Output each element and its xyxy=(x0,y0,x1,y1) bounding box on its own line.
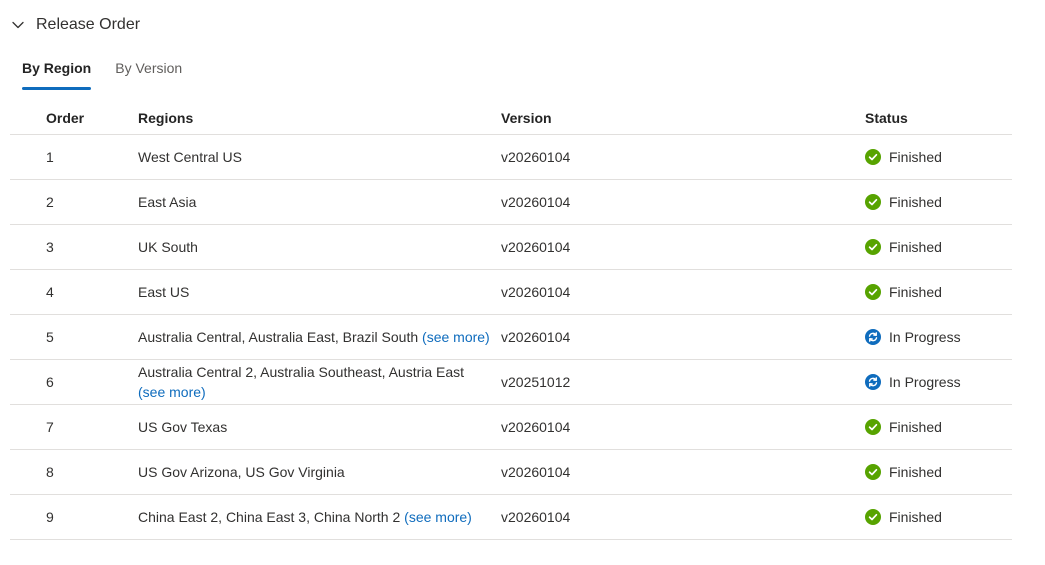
table-row: 5 Australia Central, Australia East, Braz… xyxy=(10,315,1012,360)
status-text: Finished xyxy=(889,239,942,255)
regions-cell: China East 2, China East 3, China North … xyxy=(138,507,501,527)
order-cell: 8 xyxy=(46,464,54,480)
table-row: 9 China East 2, China East 3, China North… xyxy=(10,495,1012,540)
check-circle-icon xyxy=(865,464,881,480)
regions-text: East US xyxy=(138,284,190,300)
check-circle-icon xyxy=(865,509,881,525)
header-regions: Regions xyxy=(138,110,194,126)
status-cell: Finished xyxy=(865,147,1012,167)
status-cell: Finished xyxy=(865,192,1012,212)
order-cell: 6 xyxy=(46,374,54,390)
version-cell: v20260104 xyxy=(501,419,571,435)
regions-text: East Asia xyxy=(138,194,197,210)
see-more-link[interactable]: (see more) xyxy=(404,509,472,525)
status-text: Finished xyxy=(889,419,942,435)
version-cell: v20260104 xyxy=(501,509,571,525)
regions-text: UK South xyxy=(138,239,198,255)
status-text: Finished xyxy=(889,284,942,300)
order-cell: 9 xyxy=(46,509,54,525)
regions-cell: East US xyxy=(138,282,501,302)
check-circle-icon xyxy=(865,419,881,435)
version-cell: v20260104 xyxy=(501,149,571,165)
header-version: Version xyxy=(501,110,552,126)
header-order: Order xyxy=(46,110,85,126)
table-body: 1 West Central US v20260104 Finished 2 East A… xyxy=(10,135,1012,540)
regions-cell: US Gov Texas xyxy=(138,417,501,437)
see-more-link[interactable]: (see more) xyxy=(422,329,490,345)
check-circle-icon xyxy=(865,284,881,300)
order-cell: 7 xyxy=(46,419,54,435)
regions-text: West Central US xyxy=(138,149,242,165)
regions-cell: West Central US xyxy=(138,147,501,167)
header-status: Status xyxy=(865,110,908,126)
table-row: 8 US Gov Arizona, US Gov Virginia v2026010… xyxy=(10,450,1012,495)
regions-cell: Australia Central 2, Australia Southeast… xyxy=(138,362,501,402)
version-cell: v20260104 xyxy=(501,194,571,210)
status-cell: Finished xyxy=(865,507,1012,527)
version-cell: v20260104 xyxy=(501,329,571,345)
table-row: 6 Australia Central 2, Australia Southeas… xyxy=(10,360,1012,405)
table-header-row: Order Regions Version Status xyxy=(10,102,1012,135)
status-text: Finished xyxy=(889,194,942,210)
regions-cell: UK South xyxy=(138,237,501,257)
status-cell: Finished xyxy=(865,417,1012,437)
table-row: 1 West Central US v20260104 Finished xyxy=(10,135,1012,180)
regions-text: Australia Central, Australia East, Brazi… xyxy=(138,329,419,345)
regions-text: US Gov Arizona, US Gov Virginia xyxy=(138,464,345,480)
tab-list: By Region By Version xyxy=(22,56,206,92)
section-title: Release Order xyxy=(36,16,141,33)
status-cell: Finished xyxy=(865,282,1012,302)
version-cell: v20251012 xyxy=(501,374,571,390)
status-text: Finished xyxy=(889,149,942,165)
status-cell: Finished xyxy=(865,462,1012,482)
table-row: 2 East Asia v20260104 Finished xyxy=(10,180,1012,225)
version-cell: v20260104 xyxy=(501,239,571,255)
table-row: 7 US Gov Texas v20260104 Finished xyxy=(10,405,1012,450)
table-row: 4 East US v20260104 Finished xyxy=(10,270,1012,315)
status-cell: Finished xyxy=(865,237,1012,257)
status-text: Finished xyxy=(889,509,942,525)
status-text: Finished xyxy=(889,464,942,480)
check-circle-icon xyxy=(865,194,881,210)
table-row: 3 UK South v20260104 Finished xyxy=(10,225,1012,270)
regions-text: US Gov Texas xyxy=(138,419,228,435)
tab-by-region[interactable]: By Region xyxy=(22,56,92,90)
release-order-toggle[interactable]: Release Order xyxy=(10,12,140,38)
regions-cell: Australia Central, Australia East, Brazi… xyxy=(138,327,501,347)
regions-text: Australia Central 2, Australia Southeast… xyxy=(138,364,465,380)
see-more-link[interactable]: (see more) xyxy=(138,384,206,400)
release-order-table: Order Regions Version Status 1 West Centr… xyxy=(10,102,1012,540)
status-text: In Progress xyxy=(889,329,961,345)
check-circle-icon xyxy=(865,149,881,165)
version-cell: v20260104 xyxy=(501,464,571,480)
regions-cell: East Asia xyxy=(138,192,501,212)
order-cell: 4 xyxy=(46,284,54,300)
status-cell: In Progress xyxy=(865,327,1012,347)
order-cell: 1 xyxy=(46,149,54,165)
status-text: In Progress xyxy=(889,374,961,390)
chevron-down-icon xyxy=(10,17,26,33)
sync-icon xyxy=(865,374,881,390)
regions-text: China East 2, China East 3, China North … xyxy=(138,509,401,525)
status-cell: In Progress xyxy=(865,372,1012,392)
check-circle-icon xyxy=(865,239,881,255)
order-cell: 3 xyxy=(46,239,54,255)
version-cell: v20260104 xyxy=(501,284,571,300)
tab-by-version[interactable]: By Version xyxy=(115,56,182,90)
order-cell: 2 xyxy=(46,194,54,210)
order-cell: 5 xyxy=(46,329,54,345)
sync-icon xyxy=(865,329,881,345)
regions-cell: US Gov Arizona, US Gov Virginia xyxy=(138,462,501,482)
